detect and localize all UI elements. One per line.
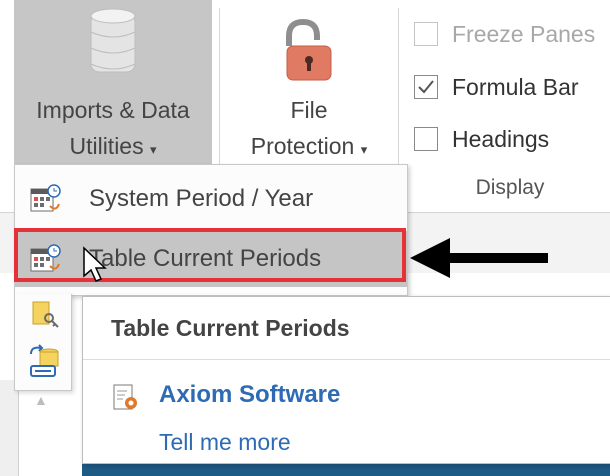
- dropdown-caret-icon: ▾: [360, 142, 368, 157]
- display-group-label: Display: [475, 176, 545, 199]
- sheet-edge: [0, 380, 19, 476]
- mouse-cursor-icon: [83, 246, 107, 282]
- highlight-annotation-box: [14, 228, 406, 282]
- file-label-line1: File: [290, 97, 328, 123]
- checkbox-box: [414, 22, 438, 46]
- headings-label: Headings: [452, 125, 550, 152]
- tooltip-divider: [83, 359, 610, 360]
- file-label-line2: Protection ▾: [250, 133, 368, 159]
- checkbox-box: [414, 127, 438, 151]
- freeze-panes-checkbox[interactable]: Freeze Panes: [414, 17, 595, 51]
- formula-bar-label: Formula Bar: [452, 73, 579, 100]
- database-icon: [90, 8, 136, 73]
- menu-item-system-period-year[interactable]: System Period / Year: [15, 171, 407, 227]
- database-refresh-icon[interactable]: [27, 344, 61, 380]
- calendar-clock-icon: [25, 184, 67, 214]
- checkbox-box: [414, 75, 438, 99]
- freeze-panes-label: Freeze Panes: [452, 20, 596, 47]
- pointer-arrow-icon: [410, 238, 548, 278]
- tooltip-title: Table Current Periods: [111, 315, 350, 341]
- imports-label-line1: Imports & Data: [36, 97, 190, 123]
- formula-bar-checkbox[interactable]: Formula Bar: [414, 70, 579, 104]
- tooltip-brand: Axiom Software: [159, 381, 341, 408]
- dropdown-caret-icon: ▾: [149, 142, 157, 157]
- tell-me-more-link[interactable]: Tell me more: [159, 429, 291, 456]
- tooltip: Table Current Periods Axiom Software Tel…: [82, 296, 610, 464]
- imports-data-utilities-button[interactable]: Imports & Data Utilities ▾: [14, 0, 212, 165]
- file-protection-button[interactable]: File Protection ▾: [224, 0, 394, 170]
- scroll-up-icon[interactable]: ▲: [34, 392, 54, 412]
- headings-checkbox[interactable]: Headings: [414, 122, 549, 156]
- key-document-icon[interactable]: [29, 300, 59, 330]
- menu-icon-strip: [14, 294, 72, 391]
- menu-item-label: System Period / Year: [89, 185, 314, 212]
- imports-label-line2: Utilities ▾: [69, 133, 157, 159]
- bottom-bar: [82, 462, 610, 476]
- padlock-icon: [286, 18, 332, 81]
- axiom-gear-document-icon: [113, 384, 137, 410]
- checkmark-icon: [418, 80, 434, 94]
